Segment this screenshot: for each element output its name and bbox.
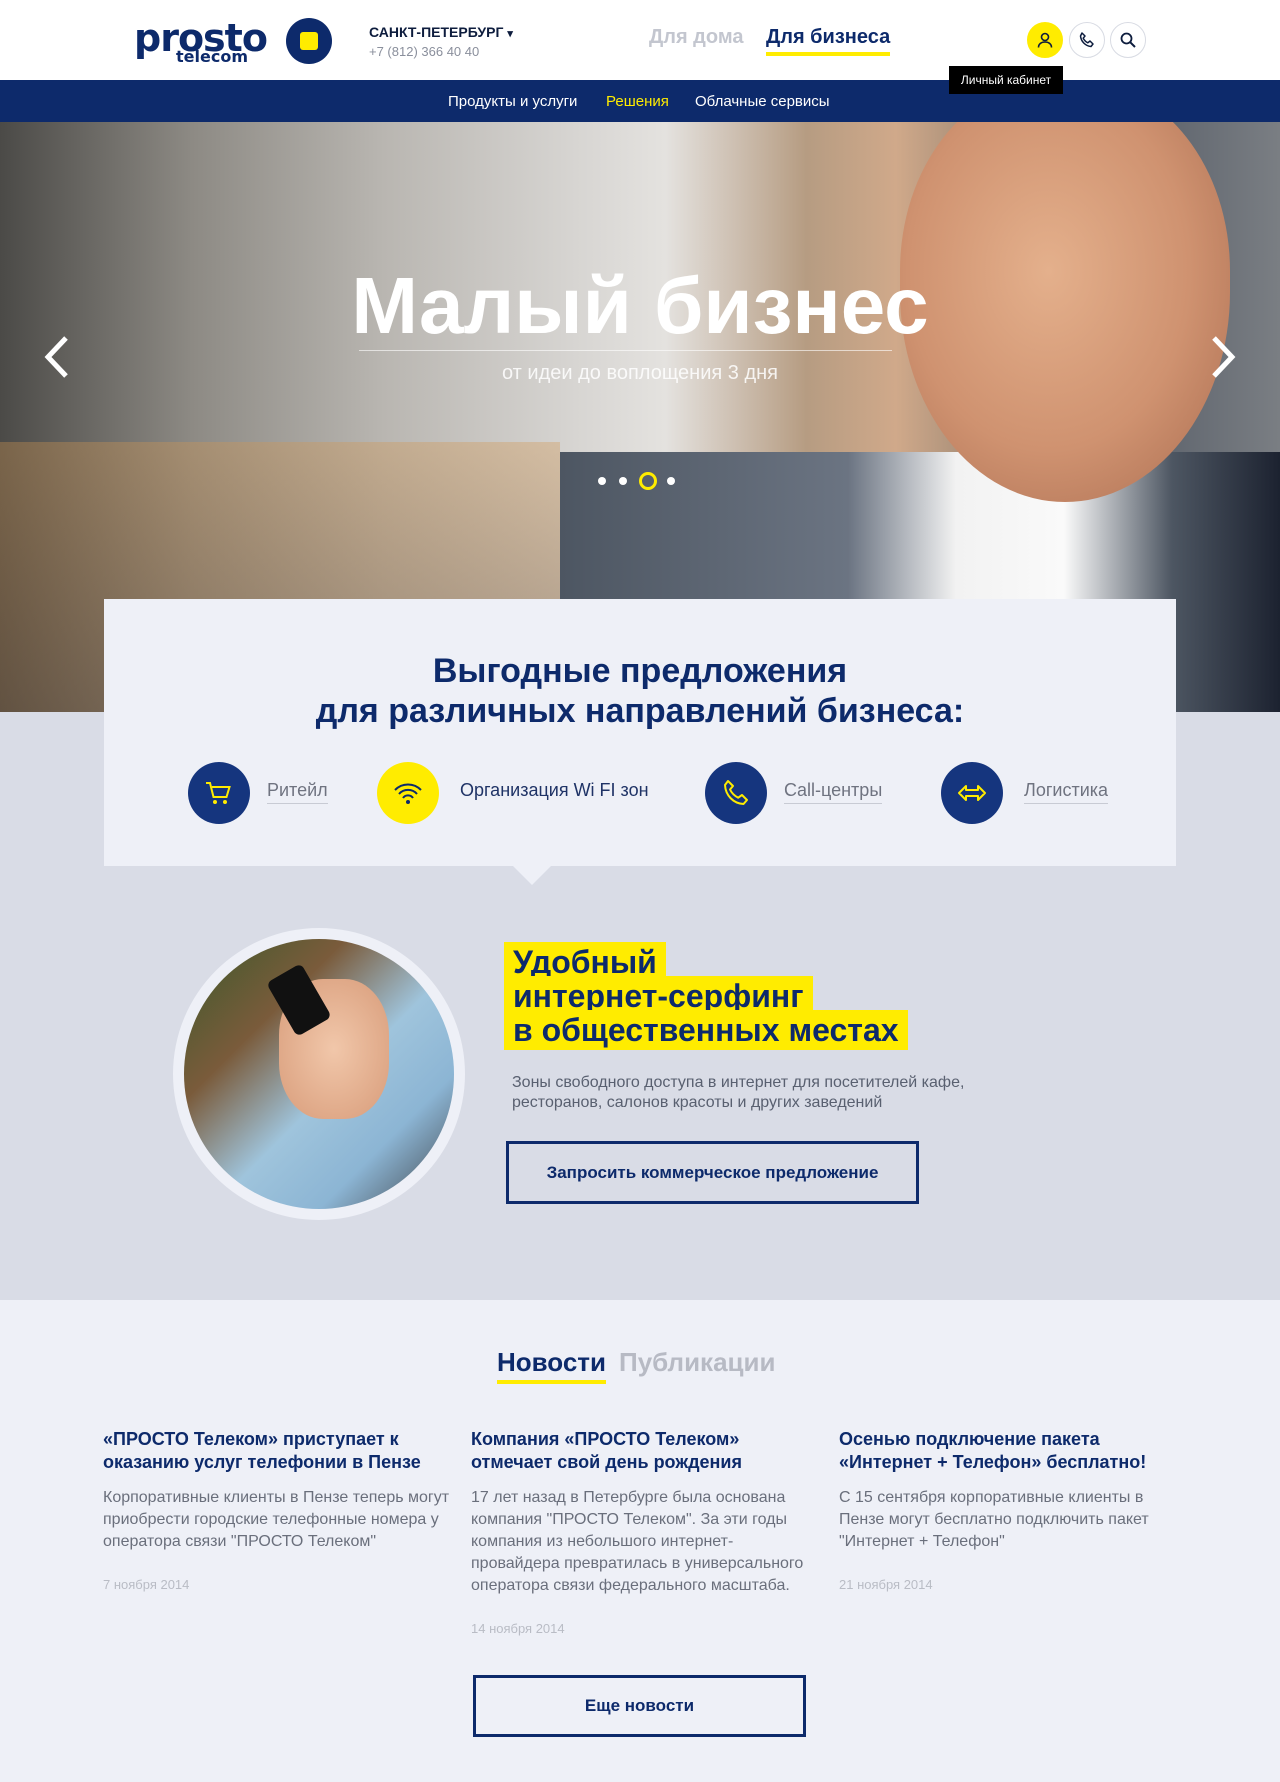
more-news-button[interactable]: Еще новости: [473, 1675, 806, 1737]
city-selector[interactable]: САНКТ-ПЕТЕРБУРГ ▾: [369, 24, 513, 40]
header-phone: +7 (812) 366 40 40: [369, 44, 480, 59]
feature-heading-line3: в общественных местах: [504, 1010, 908, 1050]
phone-icon[interactable]: [1069, 22, 1105, 58]
slider-dot-active[interactable]: [639, 472, 657, 490]
city-name: САНКТ-ПЕТЕРБУРГ: [369, 24, 504, 40]
wifi-icon: [377, 762, 439, 824]
slider-dot[interactable]: [619, 477, 627, 485]
feature-photo: [173, 928, 465, 1220]
header: prosto telecom САНКТ-ПЕТЕРБУРГ ▾ +7 (812)…: [0, 0, 1280, 80]
news-date: 21 ноября 2014: [839, 1577, 933, 1592]
feature-photo-image: [184, 939, 454, 1209]
category-label: Ритейл: [267, 780, 328, 804]
news-body: 17 лет назад в Петербурге была основана …: [471, 1489, 804, 1594]
offers-title: Выгодные предложения для различных направ…: [104, 651, 1176, 731]
tab-publications[interactable]: Публикации: [619, 1347, 775, 1378]
news-title[interactable]: «ПРОСТО Телеком» приступает к оказанию у…: [103, 1428, 453, 1474]
hero-subtitle: от идеи до воплощения 3 дня: [502, 362, 778, 384]
phone-icon: [705, 762, 767, 824]
news-date: 7 ноября 2014: [103, 1577, 190, 1592]
category-label: Call-центры: [784, 780, 883, 804]
news-item[interactable]: «ПРОСТО Телеком» приступает к оказанию у…: [103, 1428, 453, 1592]
slider-next-arrow-icon[interactable]: [1202, 332, 1242, 382]
search-icon[interactable]: [1110, 22, 1146, 58]
category-label: Логистика: [1024, 780, 1109, 804]
news-body: Корпоративные клиенты в Пензе теперь мог…: [103, 1489, 450, 1550]
request-offer-button[interactable]: Запросить коммерческое предложение: [506, 1141, 919, 1204]
nav-item-cloud[interactable]: Облачные сервисы: [695, 93, 830, 110]
segment-business[interactable]: Для бизнеса: [766, 26, 891, 56]
category-label: Организация Wi FI зон: [460, 780, 649, 800]
main-nav: Продукты и услуги Решения Облачные серви…: [0, 80, 1280, 122]
logo[interactable]: prosto telecom: [134, 16, 334, 66]
nav-item-solutions[interactable]: Решения: [606, 93, 669, 110]
news-title[interactable]: Компания «ПРОСТО Телеком» отмечает свой …: [471, 1428, 821, 1474]
news-item[interactable]: Компания «ПРОСТО Телеком» отмечает свой …: [471, 1428, 821, 1636]
slider-dot[interactable]: [667, 477, 675, 485]
nav-item-products[interactable]: Продукты и услуги: [448, 93, 577, 110]
segment-home[interactable]: Для дома: [649, 26, 743, 49]
offers-title-line1: Выгодные предложения: [432, 652, 848, 690]
slider-prev-arrow-icon[interactable]: [38, 332, 78, 382]
news-title[interactable]: Осенью подключение пакета «Интернет + Те…: [839, 1428, 1189, 1474]
arrows-icon: [941, 762, 1003, 824]
hero-divider: [359, 350, 892, 351]
slider-dot[interactable]: [598, 477, 606, 485]
news-item[interactable]: Осенью подключение пакета «Интернет + Те…: [839, 1428, 1189, 1592]
offers-title-line2: для различных направлений бизнеса:: [315, 692, 965, 730]
cart-icon: [188, 762, 250, 824]
chevron-down-icon: ▾: [507, 28, 513, 40]
logo-mark-icon: [286, 18, 332, 64]
hero-title: Малый бизнес: [351, 261, 929, 350]
logo-subtext: telecom: [176, 47, 248, 66]
news-body: С 15 сентября корпоративные клиенты в Пе…: [839, 1489, 1149, 1550]
feature-description: Зоны свободного доступа в интернет для п…: [512, 1074, 965, 1111]
account-tooltip: Личный кабинет: [949, 66, 1063, 94]
news-date: 14 ноября 2014: [471, 1621, 565, 1636]
tab-news[interactable]: Новости: [497, 1347, 607, 1384]
user-icon[interactable]: [1027, 22, 1063, 58]
offers-panel: Выгодные предложения для различных направ…: [104, 599, 1176, 885]
